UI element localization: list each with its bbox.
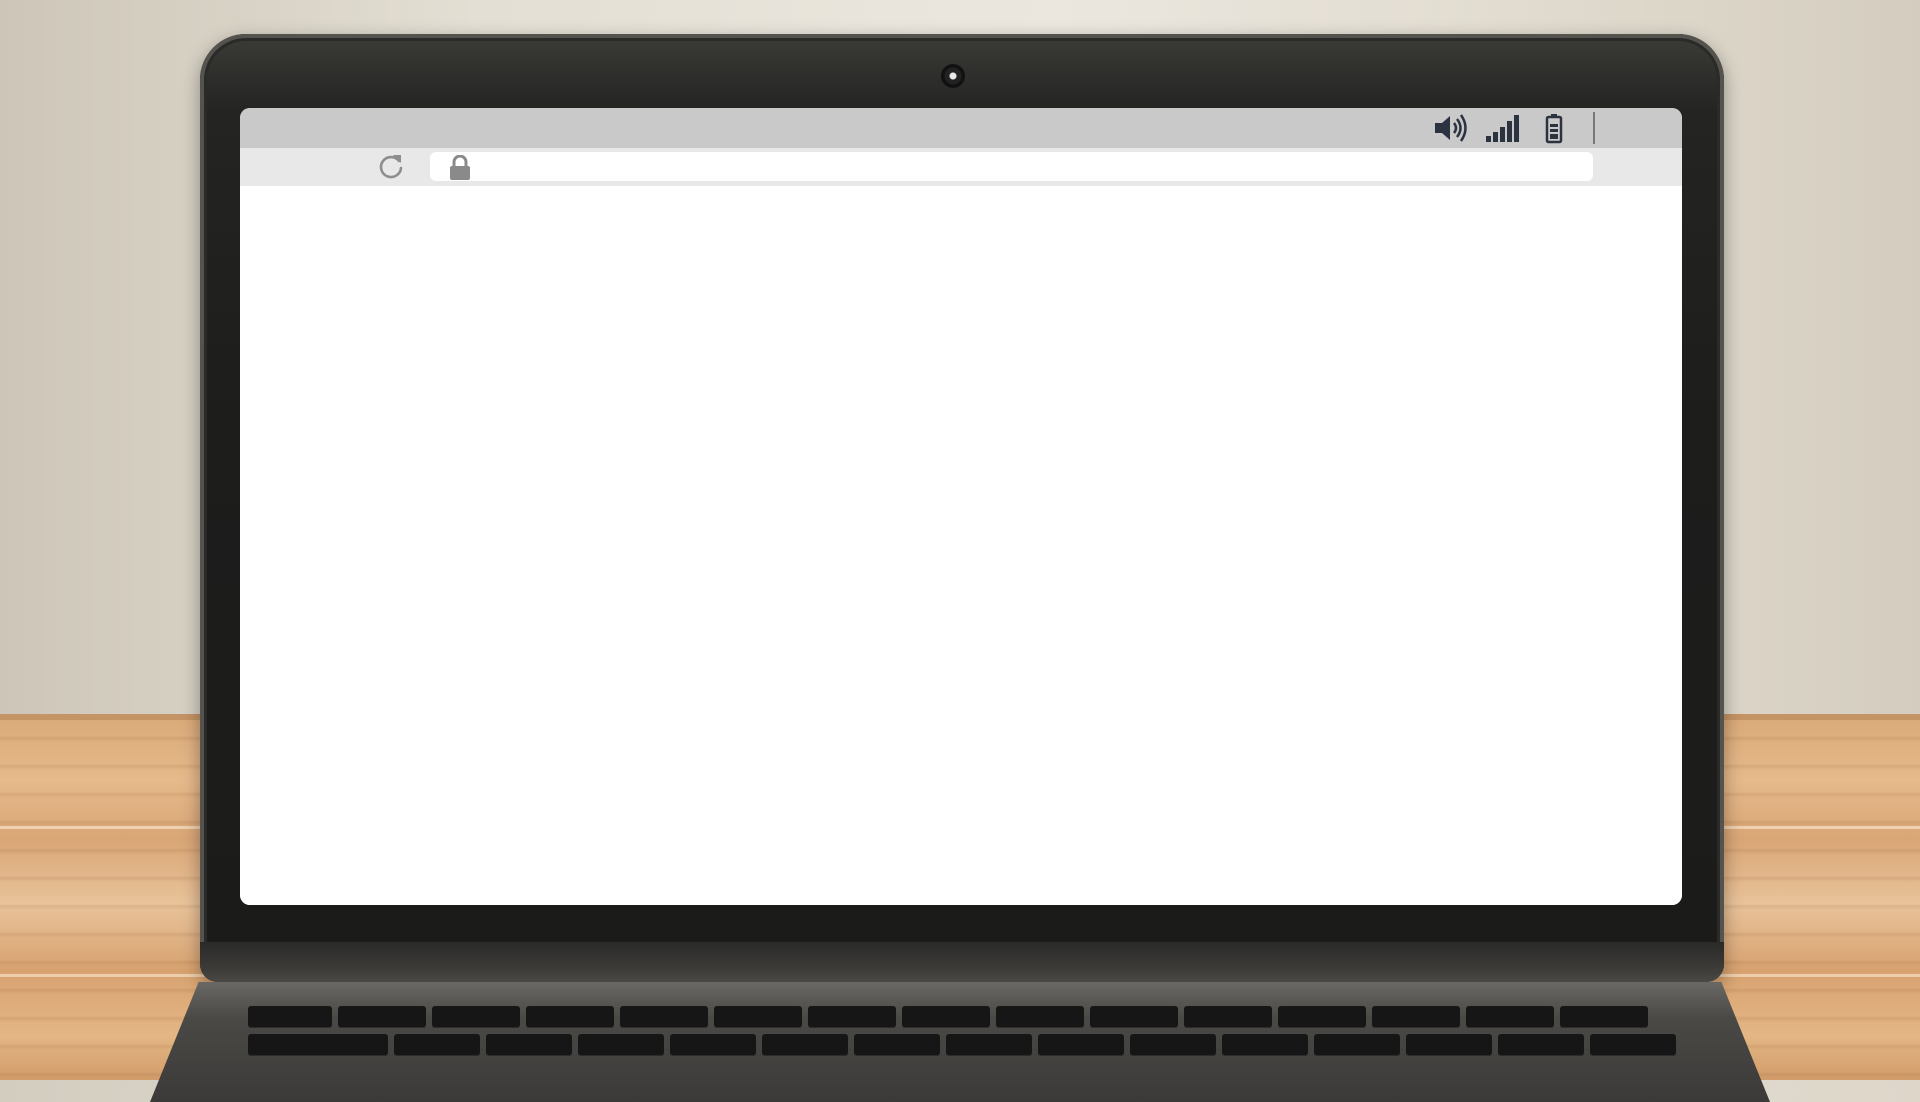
function-key[interactable] xyxy=(996,1006,1084,1028)
keyboard-key[interactable] xyxy=(946,1034,1032,1056)
keyboard-key[interactable] xyxy=(1038,1034,1124,1056)
keyboard-key[interactable] xyxy=(762,1034,848,1056)
speaker-icon[interactable] xyxy=(1432,112,1472,144)
keyboard-key[interactable] xyxy=(248,1034,388,1056)
function-key[interactable] xyxy=(714,1006,802,1028)
page-content xyxy=(240,186,1682,905)
keyboard-key[interactable] xyxy=(1314,1034,1400,1056)
laptop-screen xyxy=(240,108,1682,905)
function-key[interactable] xyxy=(338,1006,426,1028)
address-bar[interactable] xyxy=(430,152,1593,181)
system-status-bar xyxy=(240,108,1682,148)
webcam-icon xyxy=(941,64,965,88)
keyboard-key[interactable] xyxy=(1406,1034,1492,1056)
keyboard-key[interactable] xyxy=(486,1034,572,1056)
keyboard-key[interactable] xyxy=(1222,1034,1308,1056)
function-key[interactable] xyxy=(526,1006,614,1028)
keyboard xyxy=(248,1006,1678,1086)
function-key[interactable] xyxy=(808,1006,896,1028)
battery-icon[interactable] xyxy=(1538,112,1578,144)
laptop-hinge xyxy=(200,942,1724,982)
function-key[interactable] xyxy=(248,1006,332,1028)
keyboard-key[interactable] xyxy=(670,1034,756,1056)
keyboard-key[interactable] xyxy=(1130,1034,1216,1056)
function-key[interactable] xyxy=(1278,1006,1366,1028)
keyboard-key[interactable] xyxy=(854,1034,940,1056)
function-key[interactable] xyxy=(1184,1006,1272,1028)
lock-icon xyxy=(448,154,472,181)
function-key[interactable] xyxy=(620,1006,708,1028)
keyboard-key[interactable] xyxy=(1590,1034,1676,1056)
status-bar-divider xyxy=(1593,112,1595,144)
keyboard-key[interactable] xyxy=(1498,1034,1584,1056)
keyboard-key[interactable] xyxy=(394,1034,480,1056)
function-key[interactable] xyxy=(1372,1006,1460,1028)
reload-icon[interactable] xyxy=(376,152,406,182)
keyboard-key[interactable] xyxy=(578,1034,664,1056)
function-key[interactable] xyxy=(1466,1006,1554,1028)
function-key[interactable] xyxy=(432,1006,520,1028)
function-key[interactable] xyxy=(1090,1006,1178,1028)
function-key[interactable] xyxy=(902,1006,990,1028)
signal-icon[interactable] xyxy=(1484,112,1524,144)
function-key[interactable] xyxy=(1560,1006,1648,1028)
